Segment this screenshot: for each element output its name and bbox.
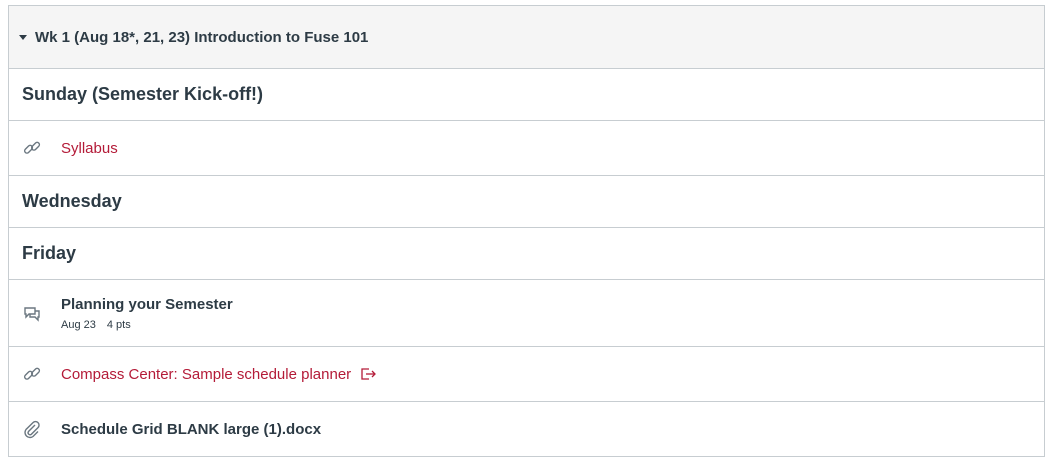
link-icon [22,138,61,158]
subheader-wednesday: Wednesday [9,176,1044,228]
schedule-grid-file[interactable]: Schedule Grid BLANK large (1).docx [61,421,321,438]
points: 4 pts [106,318,131,331]
subheader-friday: Friday [9,228,1044,280]
caret-down-icon[interactable] [19,35,27,40]
subheader-sunday: Sunday (Semester Kick-off!) [9,69,1044,121]
module-item-compass[interactable]: Compass Center: Sample schedule planner [9,347,1044,402]
module-item-syllabus[interactable]: Syllabus [9,121,1044,176]
module-title: Wk 1 (Aug 18*, 21, 23) Introduction to F… [35,28,369,46]
subheader-label: Sunday (Semester Kick-off!) [22,84,264,104]
paperclip-icon [22,420,61,440]
module: Wk 1 (Aug 18*, 21, 23) Introduction to F… [8,5,1045,457]
due-date: Aug 23 [61,318,96,331]
compass-link-label: Compass Center: Sample schedule planner [61,365,352,383]
discussion-icon [22,303,61,323]
subheader-label: Friday [22,243,77,263]
item-meta: Aug 23 4 pts [61,319,233,331]
module-item-schedule-grid[interactable]: Schedule Grid BLANK large (1).docx [9,402,1044,457]
external-link-icon [361,367,377,380]
module-item-planning[interactable]: Planning your Semester Aug 23 4 pts [9,280,1044,347]
link-icon [22,364,61,384]
compass-link[interactable]: Compass Center: Sample schedule planner [61,365,377,383]
syllabus-link[interactable]: Syllabus [61,140,118,157]
subheader-label: Wednesday [22,191,122,211]
module-header[interactable]: Wk 1 (Aug 18*, 21, 23) Introduction to F… [9,6,1044,69]
planning-title[interactable]: Planning your Semester [61,296,233,313]
